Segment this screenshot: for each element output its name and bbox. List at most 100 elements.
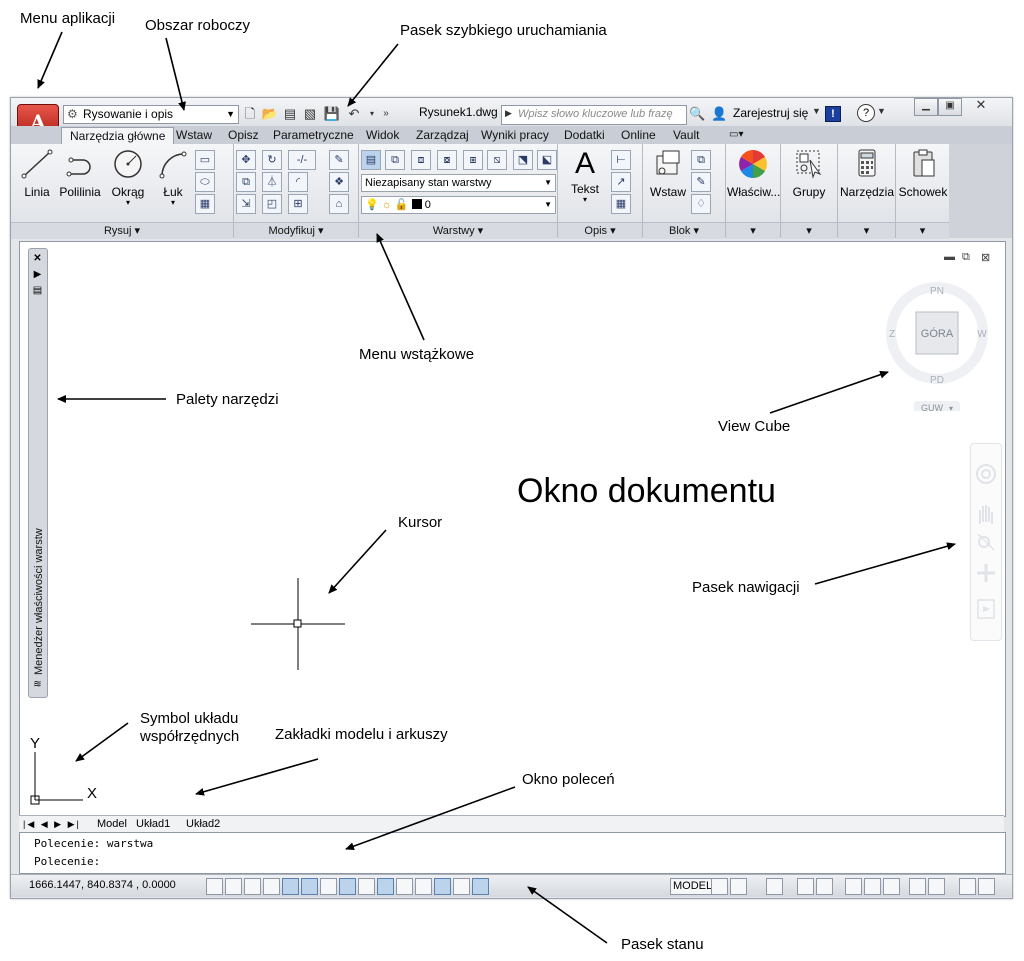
open-sheet-icon[interactable]: ▤ [281,106,299,122]
open-folder-icon[interactable]: 📂 [261,106,279,122]
offset-icon[interactable]: ⌂ [329,194,349,214]
isolate-objects-icon[interactable] [909,878,926,895]
tab-parametric[interactable]: Parametryczne [273,127,354,143]
annotation-scale-icon[interactable] [766,878,783,895]
tab-insert[interactable]: Wstaw [176,127,212,143]
object-snap-tracking-icon[interactable] [339,878,356,895]
tab-addins[interactable]: Dodatki [564,127,605,143]
close-icon[interactable]: ✕ [31,253,44,264]
infer-constraints-icon[interactable] [206,878,223,895]
quick-view-layouts-icon[interactable] [711,878,728,895]
model-space-toggle[interactable]: MODEL [670,878,716,895]
mirror-icon[interactable]: ⏃ [262,172,282,192]
info-exclamation-icon[interactable]: ! [825,106,841,122]
coordinates-readout[interactable]: 1666.1447, 840.8374 , 0.0000 [29,879,176,891]
tab-model[interactable]: Model [97,817,127,832]
panel-modify-title[interactable]: Modyfikuj ▾ [234,222,358,239]
panel-clipboard-title[interactable]: ▾ [896,222,949,239]
ellipse-icon[interactable]: ⬭ [195,172,215,192]
create-block-icon[interactable]: ⧉ [691,150,711,170]
quick-view-drawings-icon[interactable] [730,878,747,895]
toolbar-lock-icon[interactable] [864,878,881,895]
navigation-bar[interactable] [970,443,1002,641]
panel-draw-title[interactable]: Rysuj ▾ [11,222,233,239]
command-window[interactable]: Polecenie: warstwa Polecenie: [19,832,1006,874]
command-prompt[interactable]: Polecenie: [34,855,100,868]
copy-icon[interactable]: ⧉ [236,172,256,192]
properties-menu-icon[interactable]: ▤ [31,285,44,296]
rotate-icon[interactable]: ↻ [262,150,282,170]
close-button[interactable]: ✕ [970,98,992,114]
clean-screen-icon[interactable] [978,878,995,895]
ribbon-minimize-icon[interactable]: ▭▾ [729,127,743,143]
lightbulb-icon[interactable] [928,878,945,895]
tab-online[interactable]: Online [621,127,656,143]
layer-state-icon[interactable]: ⧉ [385,150,405,170]
panel-block-title[interactable]: Blok ▾ [643,222,725,239]
hatch-icon[interactable]: ▦ [195,194,215,214]
line-button[interactable]: Linia [17,148,57,199]
layer-properties-icon[interactable]: ▤ [361,150,381,170]
workspace-selector[interactable]: ⚙ Rysowanie i opis ▼ [63,105,239,124]
doc-restore-icon[interactable]: ⧉ [962,251,970,264]
search-box[interactable]: ▶ Wpisz słowo kluczowe lub frazę [501,105,687,125]
new-file-icon[interactable]: 🗋 [241,106,259,122]
user-icon[interactable]: 👤 [711,106,727,122]
text-button[interactable]: A Tekst ▾ [563,148,607,204]
hardware-acceleration-icon[interactable] [883,878,900,895]
more-tools-icon[interactable]: » [377,106,395,122]
tab-view[interactable]: Widok [366,127,399,143]
chevron-down-icon[interactable]: ▼ [812,106,821,116]
transparency-icon[interactable] [415,878,432,895]
doc-close-icon[interactable]: ⊠ [981,251,990,264]
rectangle-icon[interactable]: ▭ [195,150,215,170]
layer-freeze-icon[interactable]: ⧆ [463,150,483,170]
tab-vault[interactable]: Vault [673,127,699,143]
status-menu-icon[interactable] [959,878,976,895]
attribute-icon[interactable]: ♢ [691,194,711,214]
annotation-monitor-icon[interactable] [472,878,489,895]
table-icon[interactable]: ▦ [611,194,631,214]
tab-manage[interactable]: Zarządzaj [416,127,469,143]
tab-output[interactable]: Wyniki pracy [481,127,549,143]
dimension-icon[interactable]: ⊢ [611,150,631,170]
viewcube[interactable]: GÓRA PN PD Z W GUW ▾ [884,281,989,411]
layer-match-icon[interactable]: ⬔ [513,150,533,170]
auto-scale-icon[interactable] [816,878,833,895]
stretch-icon[interactable]: ⇲ [236,194,256,214]
groups-button[interactable]: Grupy [783,148,835,199]
undo-icon[interactable]: ↶ [345,106,363,122]
move-icon[interactable]: ✥ [236,150,256,170]
arc-button[interactable]: Łuk ▾ [153,148,193,207]
layer-isolate-icon[interactable]: ⧇ [437,150,457,170]
utilities-button[interactable]: Narzędzia [839,148,895,199]
panel-layers-title[interactable]: Warstwy ▾ [359,222,557,239]
grid-display-icon[interactable] [244,878,261,895]
register-link[interactable]: Zarejestruj się [733,106,808,120]
dynamic-input-icon[interactable] [377,878,394,895]
tab-layout1[interactable]: Układ1 [136,817,170,832]
panel-utilities-title[interactable]: ▾ [838,222,895,239]
properties-button[interactable]: Właściw... [727,148,780,199]
save-as-icon[interactable]: ▧ [301,106,319,122]
leader-icon[interactable]: ↗ [611,172,631,192]
polar-tracking-icon[interactable] [282,878,299,895]
snap-mode-icon[interactable] [225,878,242,895]
array-icon[interactable]: ⊞ [288,194,308,214]
3d-object-snap-icon[interactable] [320,878,337,895]
help-dropdown-icon[interactable]: ▼ [877,106,886,116]
workspace-switching-icon[interactable] [845,878,862,895]
polyline-button[interactable]: Polilinia [57,148,103,199]
help-icon[interactable]: ? [857,104,875,122]
layer-off-icon[interactable]: ⧈ [411,150,431,170]
tab-navigation-icons[interactable]: |◀ ◀ ▶ ▶| [23,817,81,832]
trim-icon[interactable]: -/- [288,150,316,170]
tool-palette[interactable]: ✕ ▶ ▤ Menedżer właściwości warstw ≋ [28,248,48,698]
allow-ucs-icon[interactable] [358,878,375,895]
tab-home[interactable]: Narzędzia główne [61,127,175,144]
selection-cycling-icon[interactable] [453,878,470,895]
object-snap-icon[interactable] [301,878,318,895]
erase-icon[interactable]: ✎ [329,150,349,170]
save-icon[interactable]: 💾 [323,106,341,122]
tab-layout2[interactable]: Układ2 [186,817,220,832]
